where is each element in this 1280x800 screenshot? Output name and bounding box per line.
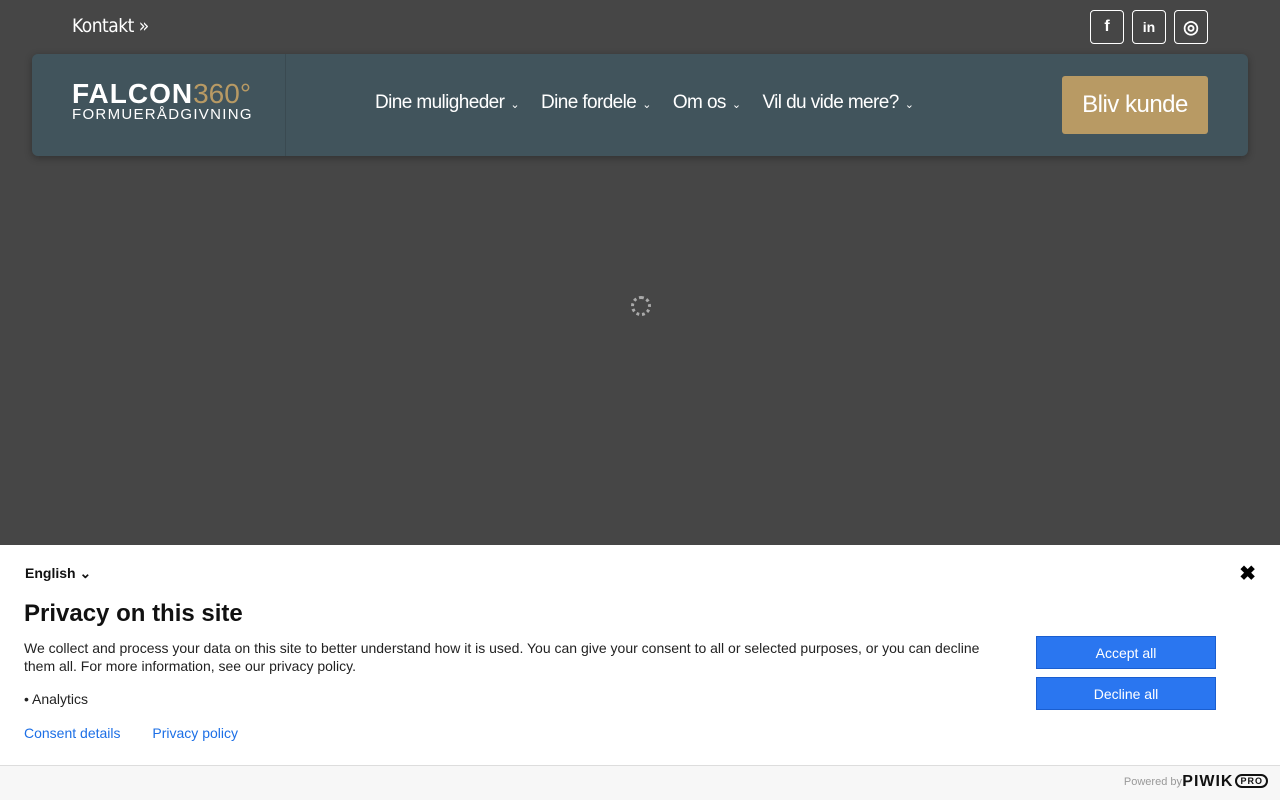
consent-footer: Powered by PIWIK PRO (0, 765, 1280, 800)
consent-details-link[interactable]: Consent details (24, 725, 121, 741)
logo[interactable]: FALCON360° FORMUERÅDGIVNING (72, 78, 253, 123)
language-select[interactable]: English ⌄ (25, 565, 91, 582)
linkedin-icon[interactable]: in (1132, 10, 1166, 44)
menu-label: Dine muligheder (375, 92, 505, 113)
menu-item-om-os[interactable]: Om os ⌄ (673, 92, 741, 114)
instagram-icon[interactable]: ◎ (1174, 10, 1208, 44)
bliv-kunde-button[interactable]: Bliv kunde (1062, 76, 1208, 134)
menu-item-dine-muligheder[interactable]: Dine muligheder ⌄ (375, 92, 520, 114)
logo-main: FALCON (72, 78, 194, 109)
privacy-consent-banner: English ⌄ ✖ Privacy on this site We coll… (0, 545, 1280, 800)
consent-title: Privacy on this site (24, 600, 243, 627)
brand-badge: PRO (1235, 774, 1268, 788)
purpose-analytics: • Analytics (24, 691, 89, 707)
chevron-down-icon: ⌄ (510, 99, 519, 111)
divider (285, 54, 286, 156)
logo-number: 360° (193, 78, 252, 109)
menu-item-dine-fordele[interactable]: Dine fordele ⌄ (541, 92, 651, 114)
chevron-down-icon: ⌄ (904, 99, 914, 111)
menu: Dine muligheder ⌄ Dine fordele ⌄ Om os ⌄ Vi… (375, 92, 914, 114)
chevron-down-icon: ⌄ (642, 99, 651, 111)
top-bar: Kontakt » f in ◎ (0, 0, 1280, 54)
chevron-down-icon: ⌄ (731, 99, 741, 111)
piwik-pro-logo: PIWIK PRO (1182, 773, 1268, 791)
menu-item-vil-du-vide-mere[interactable]: Vil du vide mere? ⌄ (762, 92, 913, 114)
privacy-policy-link[interactable]: Privacy policy (152, 725, 238, 741)
accept-all-button[interactable]: Accept all (1036, 636, 1216, 669)
logo-subtitle: FORMUERÅDGIVNING (72, 106, 253, 123)
main-nav: FALCON360° FORMUERÅDGIVNING Dine mulighe… (32, 54, 1248, 156)
kontakt-link[interactable]: Kontakt » (72, 15, 149, 37)
loading-spinner-icon (631, 296, 651, 316)
menu-label: Om os (672, 92, 727, 113)
menu-label: Vil du vide mere? (762, 92, 899, 113)
decline-all-button[interactable]: Decline all (1036, 677, 1216, 710)
powered-by-label: Powered by (1123, 776, 1182, 788)
consent-description: We collect and process your data on this… (24, 640, 980, 674)
facebook-icon[interactable]: f (1090, 10, 1124, 44)
close-icon[interactable]: ✖ (1239, 561, 1256, 586)
brand-name: PIWIK (1182, 773, 1234, 790)
menu-label: Dine fordele (540, 92, 637, 113)
